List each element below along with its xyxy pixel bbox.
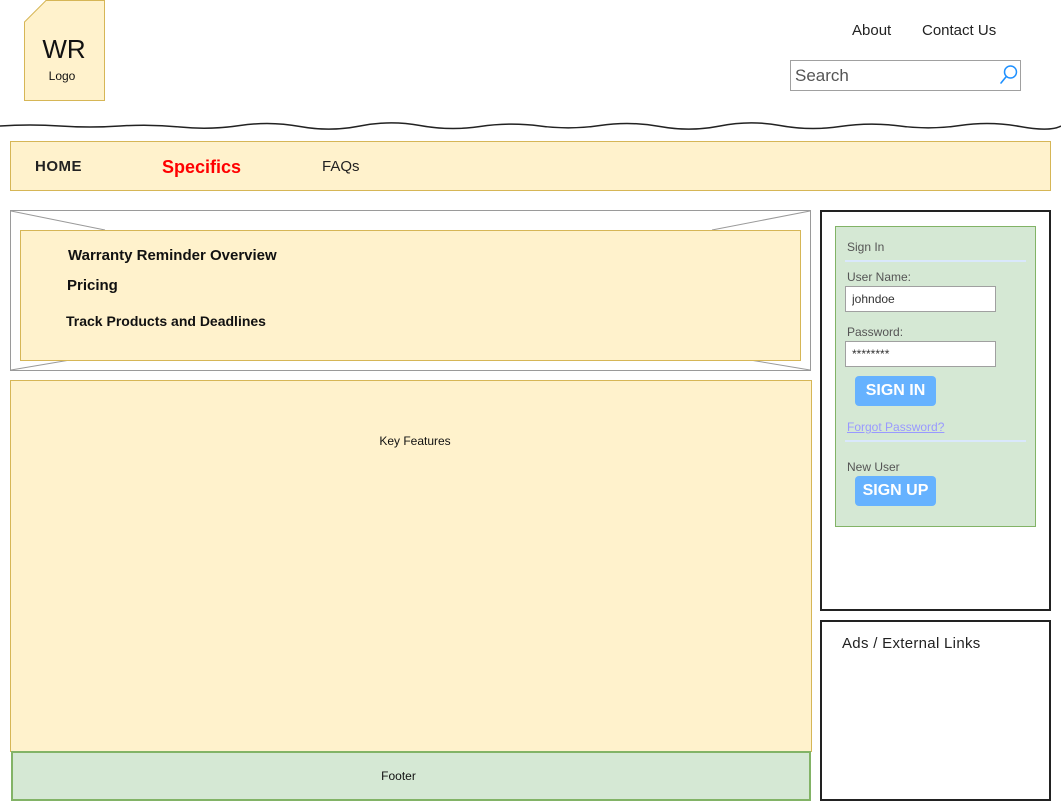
sign-up-button[interactable]: SIGN UP [855,476,936,506]
nav-item-home[interactable]: HOME [35,158,82,175]
nav-item-faqs[interactable]: FAQs [322,158,360,175]
logo-subtitle: Logo [48,69,76,83]
about-link[interactable]: About [852,22,891,39]
ads-label: Ads / External Links [842,635,981,652]
submenu-item-pricing[interactable]: Pricing [67,277,118,294]
username-field[interactable] [845,286,996,312]
new-user-label: New User [847,460,900,474]
footer-label: Footer [381,769,416,783]
username-label: User Name: [847,270,912,284]
submenu-item-overview[interactable]: Warranty Reminder Overview [68,247,277,264]
contact-us-link[interactable]: Contact Us [922,22,996,39]
submenu-item-track[interactable]: Track Products and Deadlines [66,313,266,329]
signup-divider [845,440,1026,442]
search-input[interactable] [795,65,995,86]
signin-heading: Sign In [847,240,885,254]
signin-divider [845,260,1026,262]
content-label: Key Features [379,434,451,448]
forgot-password-link[interactable]: Forgot Password? [847,420,944,434]
search-icon[interactable] [999,64,1019,86]
nav-item-specifics[interactable]: Specifics [162,157,241,178]
sign-in-button[interactable]: SIGN IN [855,376,936,406]
logo-title: WR [42,34,86,64]
password-label: Password: [847,325,904,339]
password-field[interactable] [845,341,996,367]
header-divider [0,122,1061,130]
